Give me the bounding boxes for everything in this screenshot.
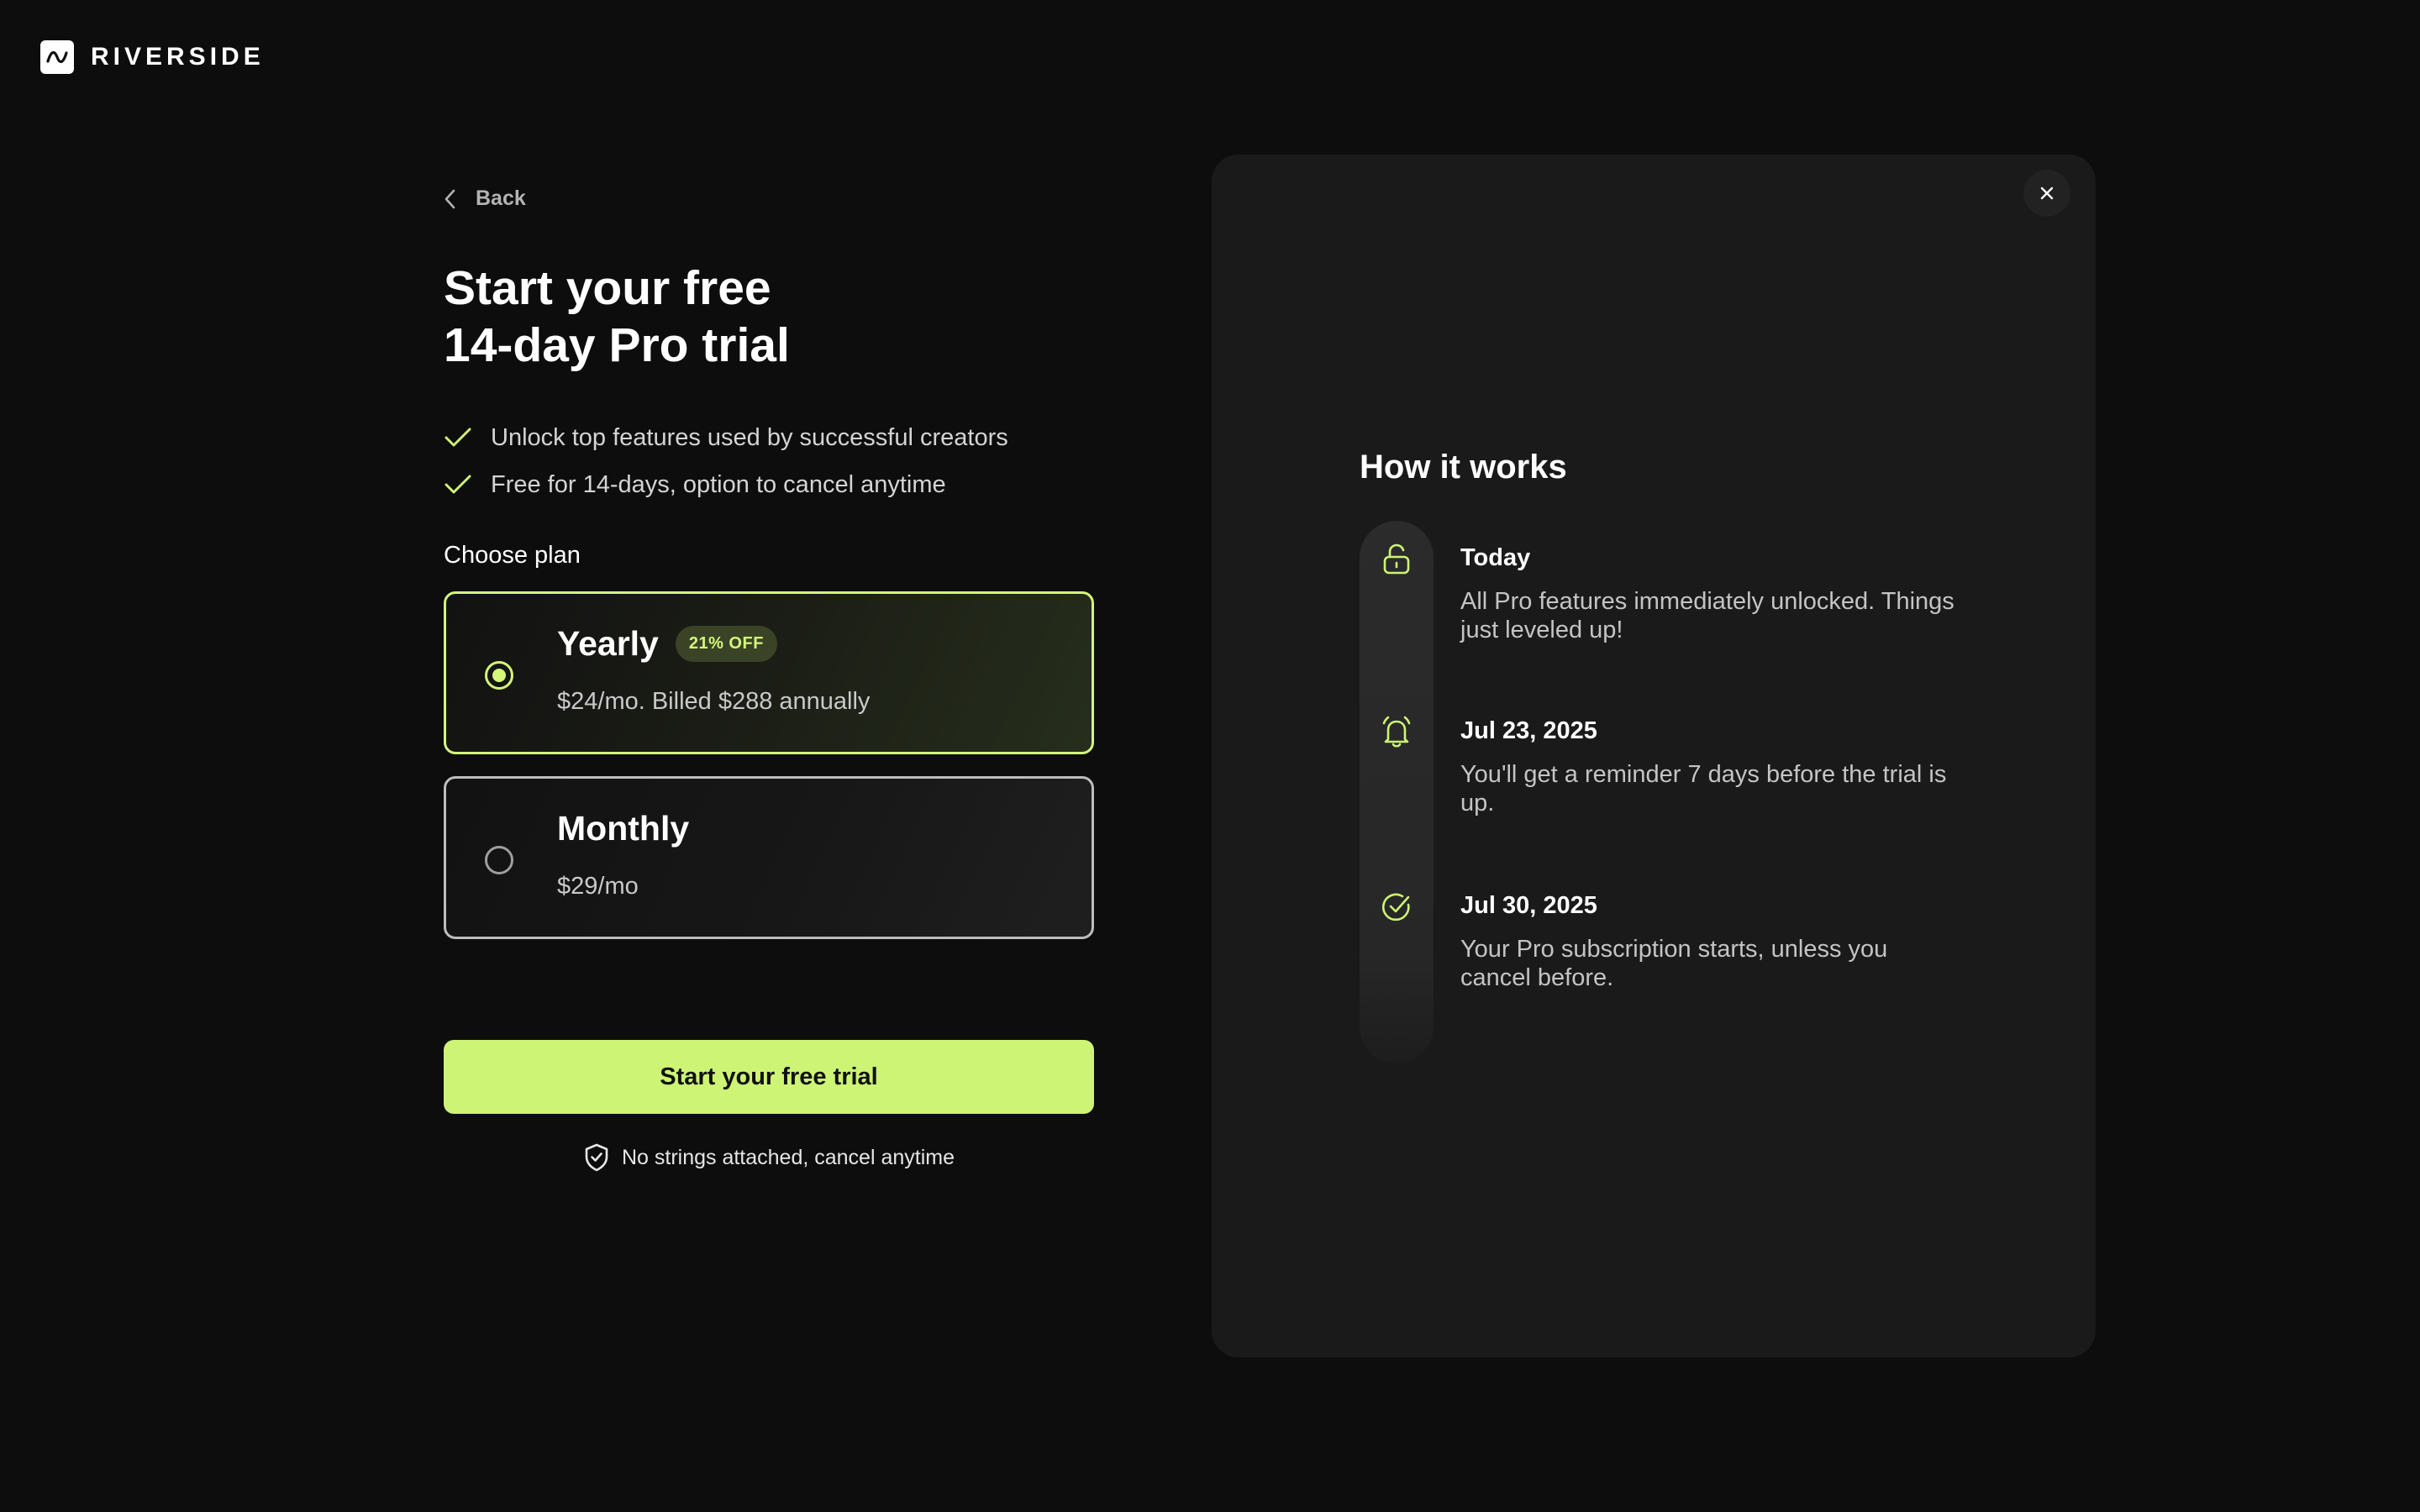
step-date: Today	[1460, 544, 1531, 571]
discount-badge: 21% OFF	[675, 626, 777, 662]
shield-check-icon	[585, 1143, 608, 1172]
title-line-1: Start your free	[444, 261, 771, 315]
close-icon	[2040, 186, 2054, 200]
page-title: Start your free 14-day Pro trial	[444, 260, 1094, 374]
benefit-text: Free for 14-days, option to cancel anyti…	[491, 470, 946, 498]
check-circle-icon	[1378, 889, 1415, 926]
start-trial-button[interactable]: Start your free trial	[444, 1040, 1094, 1114]
step-description: You'll get a reminder 7 days before the …	[1460, 761, 1947, 816]
step-description: Your Pro subscription starts, unless you…	[1460, 936, 1888, 991]
benefit-item: Unlock top features used by successful c…	[444, 423, 1094, 453]
title-line-2: 14-day Pro trial	[444, 318, 790, 372]
unlock-icon	[1378, 541, 1415, 578]
plan-price: $24/mo. Billed $288 annually	[557, 688, 871, 715]
check-icon	[445, 475, 471, 494]
trial-form: Back Start your free 14-day Pro trial Un…	[444, 186, 1094, 1173]
radio-unselected[interactable]	[485, 846, 513, 874]
plan-option-yearly[interactable]: Yearly 21% OFF $24/mo. Billed $288 annua…	[444, 591, 1094, 754]
plan-price: $29/mo	[557, 873, 639, 900]
step-date: Jul 30, 2025	[1460, 892, 1597, 919]
benefit-item: Free for 14-days, option to cancel anyti…	[444, 470, 1094, 500]
plan-name: Monthly	[557, 809, 690, 848]
back-label: Back	[476, 186, 526, 210]
timeline-step: Today All Pro features immediately unloc…	[1460, 544, 1965, 644]
step-date: Jul 23, 2025	[1460, 717, 1597, 744]
page: RIVERSIDE Back Start your free 14-day Pr…	[0, 0, 2420, 1512]
radio-selected[interactable]	[485, 661, 513, 690]
step-description: All Pro features immediately unlocked. T…	[1460, 588, 1954, 643]
choose-plan-label: Choose plan	[444, 542, 581, 569]
bell-icon	[1378, 714, 1415, 751]
benefit-text: Unlock top features used by successful c…	[491, 423, 1008, 451]
check-icon	[445, 428, 471, 447]
timeline-rail	[1360, 521, 1434, 1063]
brand-logo[interactable]: RIVERSIDE	[40, 40, 265, 74]
timeline-step: Jul 30, 2025 Your Pro subscription start…	[1460, 892, 1965, 992]
reassurance-note: No strings attached, cancel anytime	[444, 1142, 1094, 1173]
timeline-step: Jul 23, 2025 You'll get a reminder 7 day…	[1460, 717, 1965, 817]
reassurance-text: No strings attached, cancel anytime	[621, 1145, 955, 1169]
benefit-list: Unlock top features used by successful c…	[444, 423, 1094, 500]
riverside-logo-icon	[40, 40, 74, 74]
how-it-works-panel: How it works Today All Pro features imme…	[1212, 155, 2096, 1357]
close-button[interactable]	[2023, 170, 2070, 217]
plan-name: Yearly	[557, 624, 659, 663]
chevron-left-icon	[445, 189, 455, 208]
back-button[interactable]: Back	[444, 186, 526, 211]
how-it-works-title: How it works	[1360, 449, 1567, 486]
plan-option-monthly[interactable]: Monthly $29/mo	[444, 776, 1094, 939]
brand-name: RIVERSIDE	[91, 43, 265, 71]
